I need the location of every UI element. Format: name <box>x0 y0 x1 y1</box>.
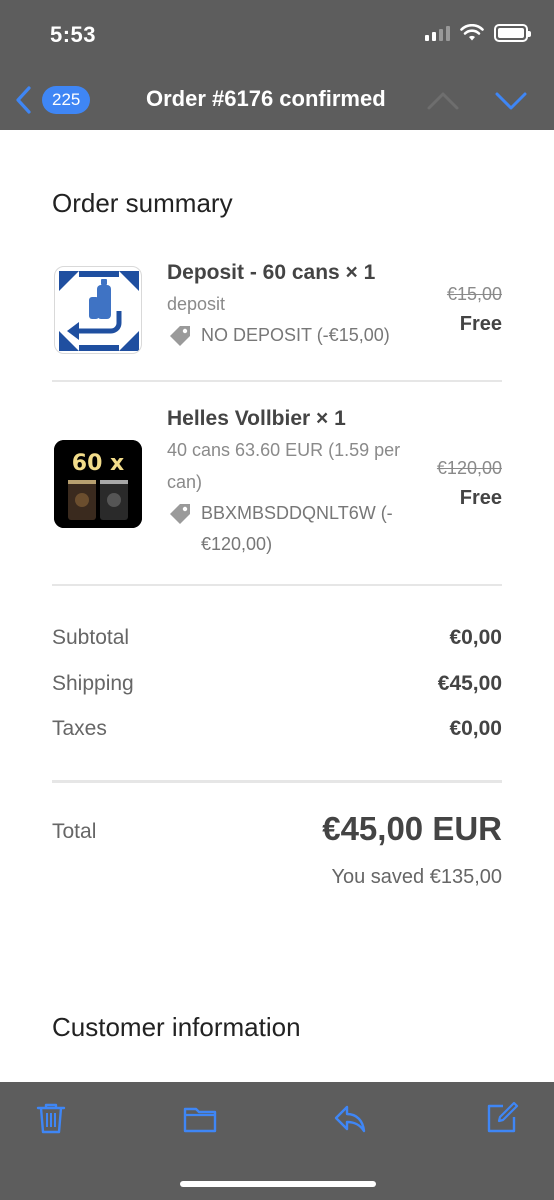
total-value: €45,00 EUR <box>322 810 502 847</box>
totals-value: €45,00 <box>437 672 502 695</box>
product-image-label: 60 x <box>72 451 124 476</box>
unread-count-badge[interactable]: 225 <box>42 86 91 114</box>
totals-label: Taxes <box>52 717 107 740</box>
line-item-details: Deposit - 60 cans × 1 deposit NO DEPOSIT… <box>167 258 422 351</box>
status-bar: 5:53 <box>0 0 554 72</box>
status-time: 5:53 <box>50 22 97 47</box>
totals-row-shipping: Shipping €45,00 <box>52 672 502 696</box>
original-price: €15,00 <box>446 284 502 304</box>
email-body[interactable]: Order summary Deposit - 60 cans × 1 depo… <box>0 130 554 1082</box>
item-variant: deposit <box>167 294 226 314</box>
totals-label: Shipping <box>52 672 134 695</box>
divider <box>52 380 502 382</box>
discount-code: NO DEPOSIT (-€15,00) <box>201 325 390 345</box>
trash-icon[interactable] <box>33 1100 69 1136</box>
order-summary-heading: Order summary <box>52 188 233 218</box>
divider <box>52 780 502 783</box>
line-item-deposit: Deposit - 60 cans × 1 deposit NO DEPOSIT… <box>52 258 502 368</box>
folder-icon[interactable] <box>182 1100 218 1136</box>
item-variant: 40 cans 63.60 EUR (1.59 per can) <box>167 440 401 492</box>
next-message-chevron-down-icon[interactable] <box>494 86 528 116</box>
product-image: 60 x <box>54 440 142 528</box>
discount-code: BBXMBSDDQNLT6W (-€120,00) <box>201 503 393 554</box>
totals-label: Subtotal <box>52 626 130 649</box>
line-item-helles-vollbier: 60 x Helles Vollbier × 1 40 cans 63.60 E… <box>52 404 502 564</box>
totals-value: €0,00 <box>449 717 502 740</box>
compose-icon[interactable] <box>484 1100 520 1136</box>
discount-line: BBXMBSDDQNLT6W (-€120,00) <box>167 498 422 560</box>
item-name: Deposit - 60 cans × 1 <box>167 261 376 284</box>
back-chevron-icon[interactable] <box>10 84 40 116</box>
wifi-icon <box>460 24 484 41</box>
page-title: Order #6176 confirmed <box>146 86 386 111</box>
item-name: Helles Vollbier × 1 <box>167 407 346 430</box>
totals-value: €0,00 <box>449 626 502 649</box>
cellular-signal-icon <box>425 25 450 41</box>
total-label: Total <box>52 820 97 843</box>
item-price: €15,00 Free <box>447 280 502 340</box>
battery-icon <box>494 24 531 42</box>
line-item-details: Helles Vollbier × 1 40 cans 63.60 EUR (1… <box>167 404 422 560</box>
final-price: Free <box>459 313 502 335</box>
discount-line: NO DEPOSIT (-€15,00) <box>167 320 422 351</box>
original-price: €120,00 <box>436 458 502 478</box>
home-indicator[interactable] <box>180 1181 376 1187</box>
return-bottle-icon <box>54 266 142 354</box>
divider <box>52 584 502 586</box>
navigation-bar: 225 Order #6176 confirmed <box>0 72 554 130</box>
reply-icon[interactable] <box>332 1100 368 1136</box>
previous-message-chevron-up-icon[interactable] <box>426 86 460 116</box>
customer-information-heading: Customer information <box>52 1012 301 1042</box>
savings-text: You saved €135,00 <box>331 866 502 888</box>
totals-row-subtotal: Subtotal €0,00 <box>52 626 502 650</box>
status-icons <box>425 24 531 42</box>
discount-tag-icon <box>170 504 190 524</box>
item-price: €120,00 Free <box>437 454 502 514</box>
discount-tag-icon <box>170 326 190 346</box>
final-price: Free <box>459 487 502 509</box>
totals-row-taxes: Taxes €0,00 <box>52 717 502 741</box>
